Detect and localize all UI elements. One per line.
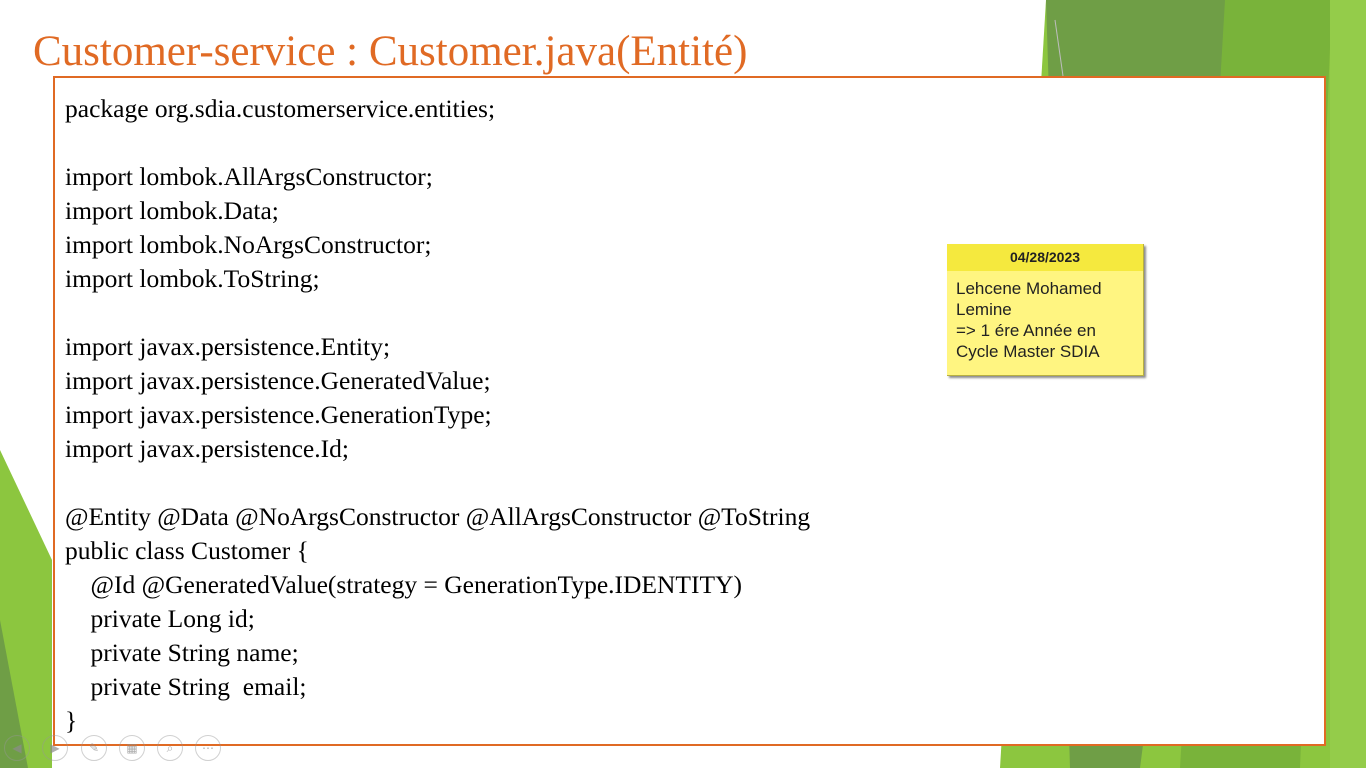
note-body: Lehcene Mohamed Lemine => 1 ére Année en…: [947, 271, 1143, 362]
code-box: package org.sdia.customerservice.entitie…: [53, 76, 1326, 746]
code-line: import lombok.AllArgsConstructor;: [65, 162, 433, 191]
code-line: package org.sdia.customerservice.entitie…: [65, 94, 496, 123]
note-line: Lemine: [956, 300, 1012, 319]
code-line: import javax.persistence.GeneratedValue;: [65, 366, 491, 395]
more-icon[interactable]: ⋯: [195, 735, 221, 761]
note-line: Lehcene Mohamed: [956, 279, 1102, 298]
code-line: import lombok.NoArgsConstructor;: [65, 230, 432, 259]
code-line: import javax.persistence.GenerationType;: [65, 400, 492, 429]
sticky-note[interactable]: 04/28/2023 Lehcene Mohamed Lemine => 1 é…: [947, 244, 1144, 376]
green-band-right-edge: [1330, 0, 1366, 768]
code-line: import lombok.ToString;: [65, 264, 320, 293]
zoom-icon[interactable]: ⌕: [157, 735, 183, 761]
code-block: package org.sdia.customerservice.entitie…: [65, 92, 810, 738]
code-line: import lombok.Data;: [65, 196, 279, 225]
code-line: private String email;: [65, 672, 307, 701]
code-line: private String name;: [65, 638, 299, 667]
slide: Customer-service : Customer.java(Entité)…: [0, 0, 1366, 768]
slide-title: Customer-service : Customer.java(Entité): [33, 28, 748, 75]
code-line: @Id @GeneratedValue(strategy = Generatio…: [65, 570, 742, 599]
code-line: import javax.persistence.Entity;: [65, 332, 391, 361]
code-line: @Entity @Data @NoArgsConstructor @AllArg…: [65, 502, 811, 531]
pen-icon[interactable]: ✎: [81, 735, 107, 761]
note-date: 04/28/2023: [947, 244, 1143, 271]
code-line: private Long id;: [65, 604, 255, 633]
code-line: public class Customer {: [65, 536, 309, 565]
note-line: Cycle Master SDIA: [956, 342, 1100, 361]
code-line: import javax.persistence.Id;: [65, 434, 349, 463]
note-line: => 1 ére Année en: [956, 321, 1096, 340]
previous-icon[interactable]: ◀: [4, 735, 30, 761]
next-icon[interactable]: ▶: [42, 735, 68, 761]
code-line: }: [65, 706, 78, 735]
slides-icon[interactable]: ▦: [119, 735, 145, 761]
